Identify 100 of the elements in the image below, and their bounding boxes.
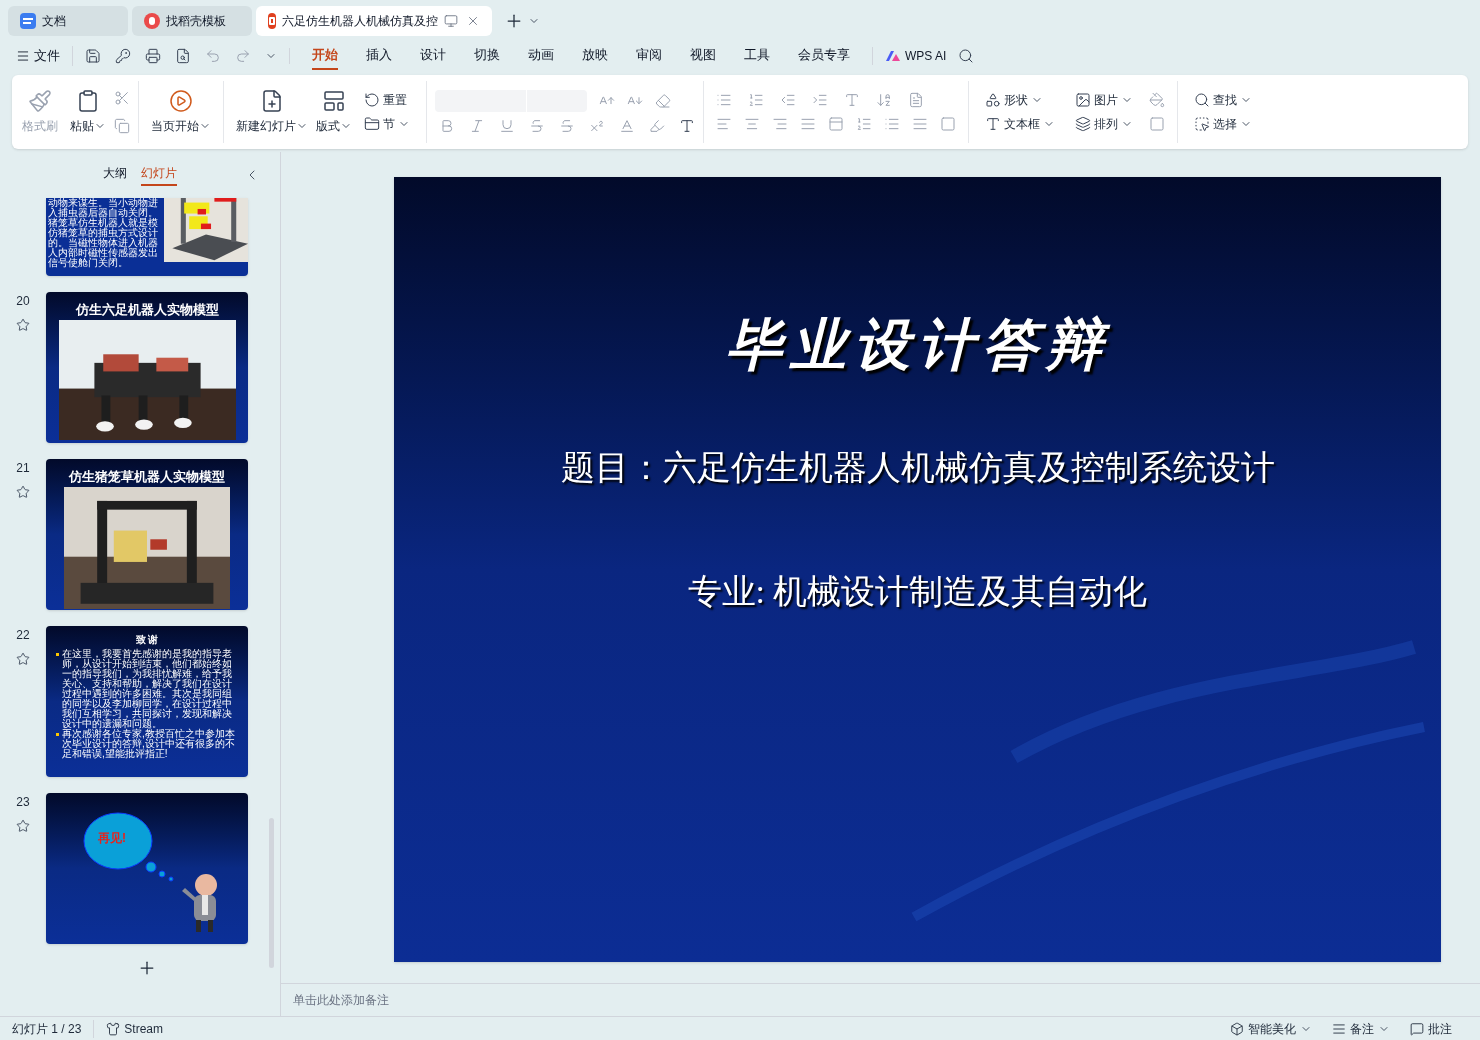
slide-thumbnail[interactable]: 仿生猪笼草机器人实物模型 bbox=[46, 459, 248, 610]
ribbon-tab[interactable]: 工具 bbox=[744, 42, 770, 70]
align-right-icon[interactable] bbox=[772, 116, 788, 132]
key-icon[interactable] bbox=[115, 48, 131, 64]
fill-icon[interactable] bbox=[1149, 92, 1165, 108]
close-icon[interactable] bbox=[466, 14, 480, 28]
slide-thumbnail[interactable]: 仿生六足机器人实物模型 bbox=[46, 292, 248, 443]
align-left-icon[interactable] bbox=[716, 116, 732, 132]
distribute-icon[interactable] bbox=[828, 116, 844, 132]
file-menu-button[interactable]: 文件 bbox=[16, 46, 73, 66]
cut-icon[interactable] bbox=[114, 90, 130, 106]
wps-ai-button[interactable]: WPS AI bbox=[885, 47, 947, 65]
text-align-icon[interactable] bbox=[940, 116, 956, 132]
highlighter-icon[interactable] bbox=[649, 118, 665, 134]
preview-icon[interactable] bbox=[175, 48, 191, 64]
ribbon-tab[interactable]: 会员专享 bbox=[798, 42, 850, 70]
notes-field[interactable]: 单击此处添加备注 bbox=[293, 991, 1468, 1009]
spacing-icon[interactable] bbox=[912, 116, 928, 132]
tab-label: 文档 bbox=[42, 13, 66, 30]
ribbon-tab[interactable]: 插入 bbox=[366, 42, 392, 70]
ribbon-tab[interactable]: 审阅 bbox=[636, 42, 662, 70]
document-tab[interactable]: 文档 bbox=[8, 6, 128, 36]
star-icon[interactable] bbox=[16, 485, 30, 499]
shape-icon bbox=[985, 92, 1001, 108]
ribbon-tab[interactable]: 设计 bbox=[420, 42, 446, 70]
stream-button[interactable]: Stream bbox=[94, 1019, 164, 1038]
ribbon-tab[interactable]: 切换 bbox=[474, 42, 500, 70]
star-icon[interactable] bbox=[16, 819, 30, 833]
sort-icon[interactable] bbox=[876, 92, 892, 108]
line-spacing-icon[interactable] bbox=[856, 116, 872, 132]
select-button[interactable]: 选择 bbox=[1190, 112, 1256, 136]
text-box-icon bbox=[985, 116, 1001, 132]
underline-icon[interactable] bbox=[499, 118, 515, 134]
layout-button[interactable]: 版式 bbox=[316, 117, 352, 135]
outline-icon[interactable] bbox=[1149, 116, 1165, 132]
panel-tab[interactable]: 大纲 bbox=[103, 164, 127, 186]
document-tab[interactable]: 找稻壳模板 bbox=[132, 6, 252, 36]
play-from-current-button[interactable]: 当页开始 bbox=[151, 117, 211, 135]
ribbon-tab[interactable]: 放映 bbox=[582, 42, 608, 70]
strikethrough-icon[interactable] bbox=[529, 118, 545, 134]
indent-decrease-icon[interactable] bbox=[780, 92, 796, 108]
ribbon-tab[interactable]: 视图 bbox=[690, 42, 716, 70]
picture-button[interactable]: 图片 bbox=[1071, 88, 1137, 112]
superscript-icon[interactable] bbox=[589, 118, 605, 134]
star-icon[interactable] bbox=[16, 652, 30, 666]
redo-icon[interactable] bbox=[235, 48, 251, 64]
slide-subtitle: 专业: 机械设计制造及其自动化 bbox=[687, 572, 1148, 612]
document-icon bbox=[20, 13, 36, 29]
paste-button[interactable]: 粘贴 bbox=[70, 117, 106, 135]
convert-icon[interactable] bbox=[908, 92, 924, 108]
paste-icon[interactable] bbox=[76, 89, 100, 113]
shadow-strike-icon[interactable] bbox=[559, 118, 575, 134]
search-icon[interactable] bbox=[958, 48, 975, 64]
italic-icon[interactable] bbox=[469, 118, 485, 134]
new-slide-button[interactable]: 新建幻灯片 bbox=[236, 117, 308, 135]
select-icon bbox=[1194, 116, 1210, 132]
play-icon[interactable] bbox=[169, 89, 193, 113]
new-slide-icon[interactable] bbox=[260, 89, 284, 113]
indent-increase-icon[interactable] bbox=[812, 92, 828, 108]
tab-label: 找稻壳模板 bbox=[166, 13, 226, 30]
scrollbar-thumb[interactable] bbox=[269, 818, 274, 968]
comments-button[interactable]: 批注 bbox=[1410, 1019, 1452, 1038]
justify-icon[interactable] bbox=[800, 116, 816, 132]
numbered-list-icon[interactable] bbox=[748, 92, 764, 108]
save-icon[interactable] bbox=[85, 48, 101, 64]
text-box-button[interactable]: 文本框 bbox=[981, 112, 1059, 136]
paragraph-spacing-icon[interactable] bbox=[884, 116, 900, 132]
section-button[interactable]: 节 bbox=[360, 112, 414, 136]
reset-icon bbox=[364, 92, 380, 108]
shape-button[interactable]: 形状 bbox=[981, 88, 1059, 112]
find-button[interactable]: 查找 bbox=[1190, 88, 1256, 112]
slide-canvas[interactable]: 毕业设计答辩 题目：六足仿生机器人机械仿真及控制系统设计 专业: 机械设计制造及其自动化 bbox=[394, 177, 1441, 962]
layout-icon[interactable] bbox=[322, 89, 346, 113]
bullet-list-icon[interactable] bbox=[716, 92, 732, 108]
arrange-button[interactable]: 排列 bbox=[1071, 112, 1137, 136]
bold-icon[interactable] bbox=[439, 118, 455, 134]
reset-button[interactable]: 重置 bbox=[360, 88, 414, 112]
ribbon-tab[interactable]: 开始 bbox=[312, 42, 338, 70]
eraser-icon[interactable] bbox=[655, 93, 671, 109]
ribbon-tab[interactable]: 动画 bbox=[528, 42, 554, 70]
slide-title: 仿生猪笼草机器人实物模型 bbox=[69, 469, 225, 485]
slide-thumbnail[interactable]: 致 谢 在这里，我要首先感谢的是我的指导老师，从设计开始到结束，他们都始终如一的指导我们，为我排忧解难，给予我关心、支持和帮助，解决了我们在设计过程中遇到的许多困难。其次是我同组的同学以及李加柳同学，在设计过程中我们互相学习，共同探讨，发现和解决设计中的遗漏和问题。 再次感谢各位专家,教授百忙之中参加本次毕业设计的答辩,设计中还有很多的不足和错误,望能批评指正! bbox=[46, 626, 248, 777]
notes-icon bbox=[1332, 1021, 1346, 1036]
star-icon[interactable] bbox=[16, 318, 30, 332]
slide-title: 致 谢 bbox=[134, 634, 160, 646]
panel-tab[interactable]: 幻灯片 bbox=[141, 164, 177, 186]
print-icon[interactable] bbox=[145, 48, 161, 64]
font-color-icon[interactable] bbox=[619, 118, 635, 134]
cube-icon bbox=[1230, 1021, 1244, 1036]
undo-icon[interactable] bbox=[205, 48, 221, 64]
monitor-icon[interactable] bbox=[444, 14, 458, 28]
align-center-icon[interactable] bbox=[744, 116, 760, 132]
slide-body-text: 动物来谋生。当小动物进入捕虫器后器自动关闭。猪笼草仿生机器人就是模仿猪笼草的捕虫方式设计的。当磁性物体进入机器人内部时磁性传感器发出信号使舱门关闭。 bbox=[47, 198, 159, 268]
phonetic-icon[interactable] bbox=[679, 118, 695, 134]
beautify-button[interactable]: 智能美化 bbox=[1230, 1019, 1312, 1038]
format-painter-icon[interactable] bbox=[28, 89, 52, 113]
slide-thumbnail[interactable]: 动物来谋生。当小动物进入捕虫器后器自动关闭。猪笼草仿生机器人就是模仿猪笼草的捕虫方式设计的。当磁性物体进入机器人内部时磁性传感器发出信号使舱门关闭。 bbox=[46, 198, 248, 276]
document-tab[interactable]: 六足仿生机器人机械仿真及控 bbox=[256, 6, 492, 36]
notes-button[interactable]: 备注 bbox=[1332, 1019, 1390, 1038]
copy-icon[interactable] bbox=[114, 118, 130, 134]
